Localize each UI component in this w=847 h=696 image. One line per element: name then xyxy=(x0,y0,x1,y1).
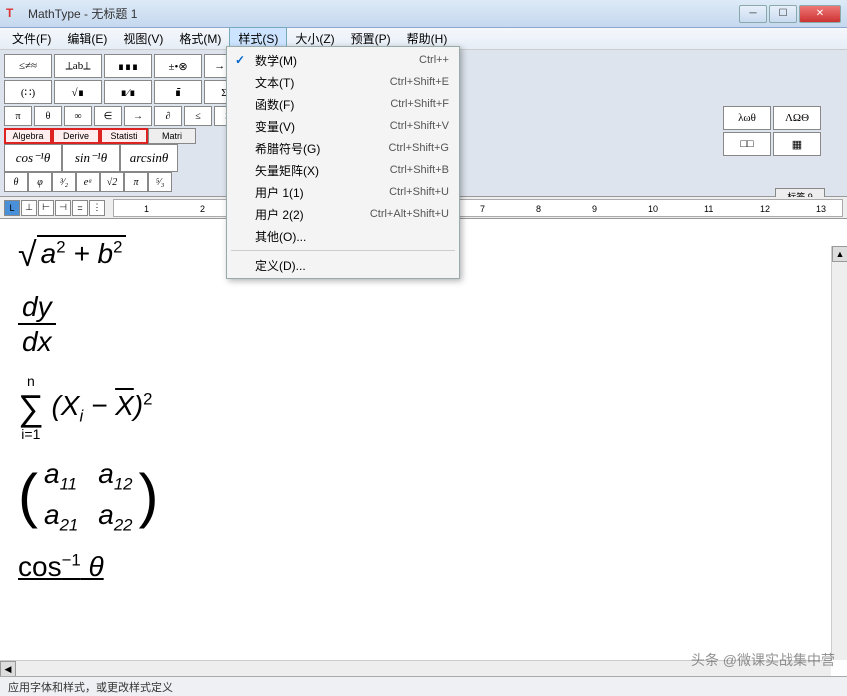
eq-cos: cos−1 θ xyxy=(18,550,829,584)
toolbar-area: ≤≠≈ ⟂ab⟂ ∎∎∎ ±•⊗ →⇔↓ (∷) √∎ ∎⁄∎ ∎̄ Σ∎ π … xyxy=(0,50,847,197)
palette-overbar[interactable]: ∎̄ xyxy=(154,80,202,104)
palette-grid[interactable]: ▦ xyxy=(773,132,821,156)
palette-operators[interactable]: ±•⊗ xyxy=(154,54,202,78)
ruler-btn-center[interactable]: ⊥ xyxy=(21,200,37,216)
func-acos[interactable]: cos⁻¹θ xyxy=(4,144,62,172)
tab-matrices[interactable]: Matri xyxy=(148,128,196,144)
dd-math[interactable]: ✓数学(M)Ctrl++ xyxy=(229,49,457,71)
ruler[interactable]: 12345678910111213 xyxy=(113,199,843,217)
window-title: MathType - 无标题 1 xyxy=(28,5,737,22)
dd-variable[interactable]: 变量(V)Ctrl+Shift+V xyxy=(229,115,457,137)
scroll-left-icon[interactable]: ◀ xyxy=(0,661,16,677)
statusbar: 应用字体和样式，或更改样式定义 xyxy=(0,676,847,696)
dd-define[interactable]: 定义(D)... xyxy=(229,254,457,276)
maximize-button[interactable]: ☐ xyxy=(769,5,797,23)
sym-le[interactable]: ≤ xyxy=(184,106,212,126)
eq-sum: n∑i=1 (Xi − X)2 xyxy=(18,373,829,443)
palette-greek-lower[interactable]: λωθ xyxy=(723,106,771,130)
ruler-btn-align[interactable]: = xyxy=(72,200,88,216)
palette-fraction[interactable]: ∎⁄∎ xyxy=(104,80,152,104)
tab-statistics[interactable]: Statisti xyxy=(100,128,148,144)
menu-format[interactable]: 格式(M) xyxy=(171,28,229,49)
palette-greek-upper[interactable]: ΛΩΘ xyxy=(773,106,821,130)
menu-view[interactable]: 视图(V) xyxy=(115,28,171,49)
mini-ea[interactable]: eᵃ xyxy=(76,172,100,192)
mini-frac53[interactable]: ⁵⁄₃ xyxy=(148,172,172,192)
menu-edit[interactable]: 编辑(E) xyxy=(59,28,115,49)
palette-fences[interactable]: (∷) xyxy=(4,80,52,104)
tab-derive[interactable]: Derive xyxy=(52,128,100,144)
ruler-btn-dec[interactable]: ⊣ xyxy=(55,200,71,216)
func-asin[interactable]: sin⁻¹θ xyxy=(62,144,120,172)
right-palette: λωθ ΛΩΘ □□ ▦ xyxy=(723,106,821,156)
dd-separator xyxy=(231,250,455,251)
app-icon: T xyxy=(6,6,22,22)
scrollbar-vertical[interactable]: ▲ xyxy=(831,246,847,660)
mini-theta[interactable]: θ xyxy=(4,172,28,192)
sym-partial[interactable]: ∂ xyxy=(154,106,182,126)
watermark: 头条 @微课实战集中营 xyxy=(691,650,835,670)
sym-elementof[interactable]: ∈ xyxy=(94,106,122,126)
ruler-btn-right[interactable]: ⊢ xyxy=(38,200,54,216)
sym-theta[interactable]: θ xyxy=(34,106,62,126)
scroll-up-icon[interactable]: ▲ xyxy=(832,246,847,262)
sym-pi[interactable]: π xyxy=(4,106,32,126)
mini-frac32[interactable]: ³⁄₂ xyxy=(52,172,76,192)
eq-matrix: ( a11a12 a21a22 ) xyxy=(18,457,829,537)
dd-other[interactable]: 其他(O)... xyxy=(229,225,457,247)
tab-algebra[interactable]: Algebra xyxy=(4,128,52,144)
ruler-btn-left[interactable]: L xyxy=(4,200,20,216)
style-dropdown: ✓数学(M)Ctrl++ 文本(T)Ctrl+Shift+E 函数(F)Ctrl… xyxy=(226,46,460,279)
palette-spaces[interactable]: ⟂ab⟂ xyxy=(54,54,102,78)
mini-pi[interactable]: π xyxy=(124,172,148,192)
dd-text[interactable]: 文本(T)Ctrl+Shift+E xyxy=(229,71,457,93)
dd-user1[interactable]: 用户 1(1)Ctrl+Shift+U xyxy=(229,181,457,203)
dd-user2[interactable]: 用户 2(2)Ctrl+Alt+Shift+U xyxy=(229,203,457,225)
titlebar: T MathType - 无标题 1 ─ ☐ ✕ xyxy=(0,0,847,28)
dd-vector-matrix[interactable]: 矢量矩阵(X)Ctrl+Shift+B xyxy=(229,159,457,181)
status-text: 应用字体和样式，或更改样式定义 xyxy=(8,679,173,695)
ruler-btn-more[interactable]: ⋮ xyxy=(89,200,105,216)
close-button[interactable]: ✕ xyxy=(799,5,841,23)
mini-sqrt2[interactable]: √2 xyxy=(100,172,124,192)
sym-arrow[interactable]: → xyxy=(124,106,152,126)
eq-dydx: dydx xyxy=(18,290,829,359)
palette-matrix[interactable]: □□ xyxy=(723,132,771,156)
palette-embellish[interactable]: ∎∎∎ xyxy=(104,54,152,78)
menu-file[interactable]: 文件(F) xyxy=(4,28,59,49)
mini-phi[interactable]: φ xyxy=(28,172,52,192)
check-icon: ✓ xyxy=(235,53,245,67)
func-arcsin[interactable]: arcsinθ xyxy=(120,144,178,172)
sym-infinity[interactable]: ∞ xyxy=(64,106,92,126)
palette-radical[interactable]: √∎ xyxy=(54,80,102,104)
palette-relations[interactable]: ≤≠≈ xyxy=(4,54,52,78)
dd-greek[interactable]: 希腊符号(G)Ctrl+Shift+G xyxy=(229,137,457,159)
dd-function[interactable]: 函数(F)Ctrl+Shift+F xyxy=(229,93,457,115)
minimize-button[interactable]: ─ xyxy=(739,5,767,23)
